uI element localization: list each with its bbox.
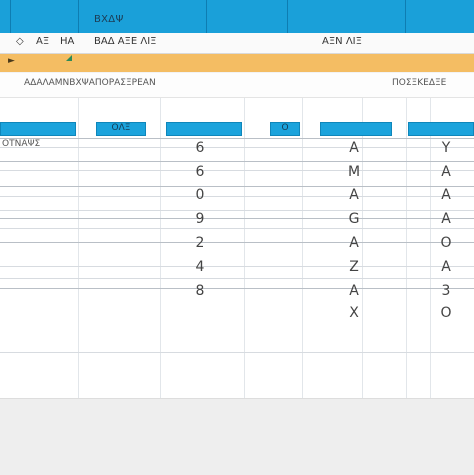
column-header[interactable]: ΟΛΞ	[96, 122, 146, 136]
grid-row-line	[0, 147, 474, 148]
toolbar: ◇ ΑΞ ΗΑ ΒΑΔ ΑΞΕ ΛΙΞ ΑΞΝ ΛΙΞ	[0, 33, 474, 54]
table-cell[interactable]: A	[434, 259, 458, 275]
table-cell[interactable]: G	[342, 211, 366, 227]
row-label: ΟΤΝΑΨΣ	[2, 139, 41, 149]
table-cell[interactable]: O	[434, 305, 458, 321]
ribbon-divider	[10, 0, 11, 33]
table-cell[interactable]: 8	[188, 283, 212, 299]
table-cell[interactable]: 2	[188, 235, 212, 251]
table-cell[interactable]: M	[342, 164, 366, 180]
grid-row-line	[0, 228, 474, 229]
toolbar-item[interactable]: ΑΞ	[36, 36, 49, 47]
ribbon-title: ΒΧΔΨ	[94, 14, 124, 25]
diamond-icon[interactable]: ◇	[16, 36, 24, 47]
grid-column-line	[406, 98, 407, 398]
grid-column-line	[302, 98, 303, 398]
table-cell[interactable]: A	[342, 235, 366, 251]
play-icon: ►	[8, 56, 15, 66]
ribbon-divider	[206, 0, 207, 33]
triangle-icon	[66, 55, 72, 61]
spreadsheet-grid[interactable]: ΟΛΞ Ο ΟΤΝΑΨΣ 6 6 0 9 2 4 8 A M A G A Z A…	[0, 98, 474, 398]
table-cell[interactable]: A	[342, 140, 366, 156]
table-cell[interactable]: Y	[434, 140, 458, 156]
table-cell[interactable]: X	[342, 305, 366, 321]
toolbar-item-group[interactable]: ΒΑΔ ΑΞΕ ΛΙΞ	[94, 36, 157, 47]
table-cell[interactable]: 4	[188, 259, 212, 275]
status-area	[0, 398, 474, 475]
grid-column-line	[430, 98, 431, 398]
grid-row-line	[0, 218, 474, 219]
toolbar-item[interactable]: ΗΑ	[60, 36, 74, 47]
grid-row-line	[0, 242, 474, 243]
grid-row-line	[0, 352, 474, 353]
ribbon-divider	[405, 0, 406, 33]
table-cell[interactable]: A	[434, 187, 458, 203]
grid-row-line	[0, 278, 474, 279]
column-header[interactable]	[408, 122, 474, 136]
grid-column-line	[78, 98, 79, 398]
column-header[interactable]: Ο	[270, 122, 300, 136]
grid-column-line	[244, 98, 245, 398]
grid-row-line	[0, 266, 474, 267]
table-cell[interactable]: Z	[342, 259, 366, 275]
column-header[interactable]	[0, 122, 76, 136]
table-cell[interactable]: 3	[434, 283, 458, 299]
name-row: ΑΔΑΛΑΜΝΒΧΨΑΠΟΡΑΣΞΡΕΑΝ ΠΟΣΞΚΕΔΞΕ	[0, 73, 474, 98]
column-header[interactable]	[320, 122, 392, 136]
name-row-right: ΠΟΣΞΚΕΔΞΕ	[392, 78, 447, 88]
table-cell[interactable]: A	[434, 164, 458, 180]
grid-column-line	[160, 98, 161, 398]
grid-row-line	[0, 170, 474, 171]
table-cell[interactable]: 9	[188, 211, 212, 227]
table-cell[interactable]: A	[342, 283, 366, 299]
grid-row-line	[0, 288, 474, 289]
table-cell[interactable]: A	[434, 211, 458, 227]
name-box[interactable]: ΑΔΑΛΑΜΝΒΧΨΑΠΟΡΑΣΞΡΕΑΝ	[24, 78, 156, 88]
table-cell[interactable]: O	[434, 235, 458, 251]
grid-row-line	[0, 196, 474, 197]
table-cell[interactable]: 6	[188, 140, 212, 156]
ribbon-divider	[287, 0, 288, 33]
ribbon-bar: ΒΧΔΨ	[0, 0, 474, 33]
ribbon-divider	[78, 0, 79, 33]
table-cell[interactable]: A	[342, 187, 366, 203]
grid-row-line	[0, 210, 474, 211]
table-cell[interactable]: 0	[188, 187, 212, 203]
table-cell[interactable]: 6	[188, 164, 212, 180]
toolbar-item-group[interactable]: ΑΞΝ ΛΙΞ	[322, 36, 362, 47]
grid-row-line	[0, 138, 474, 139]
column-header[interactable]	[166, 122, 242, 136]
grid-row-line	[0, 161, 474, 162]
grid-row-line	[0, 186, 474, 187]
